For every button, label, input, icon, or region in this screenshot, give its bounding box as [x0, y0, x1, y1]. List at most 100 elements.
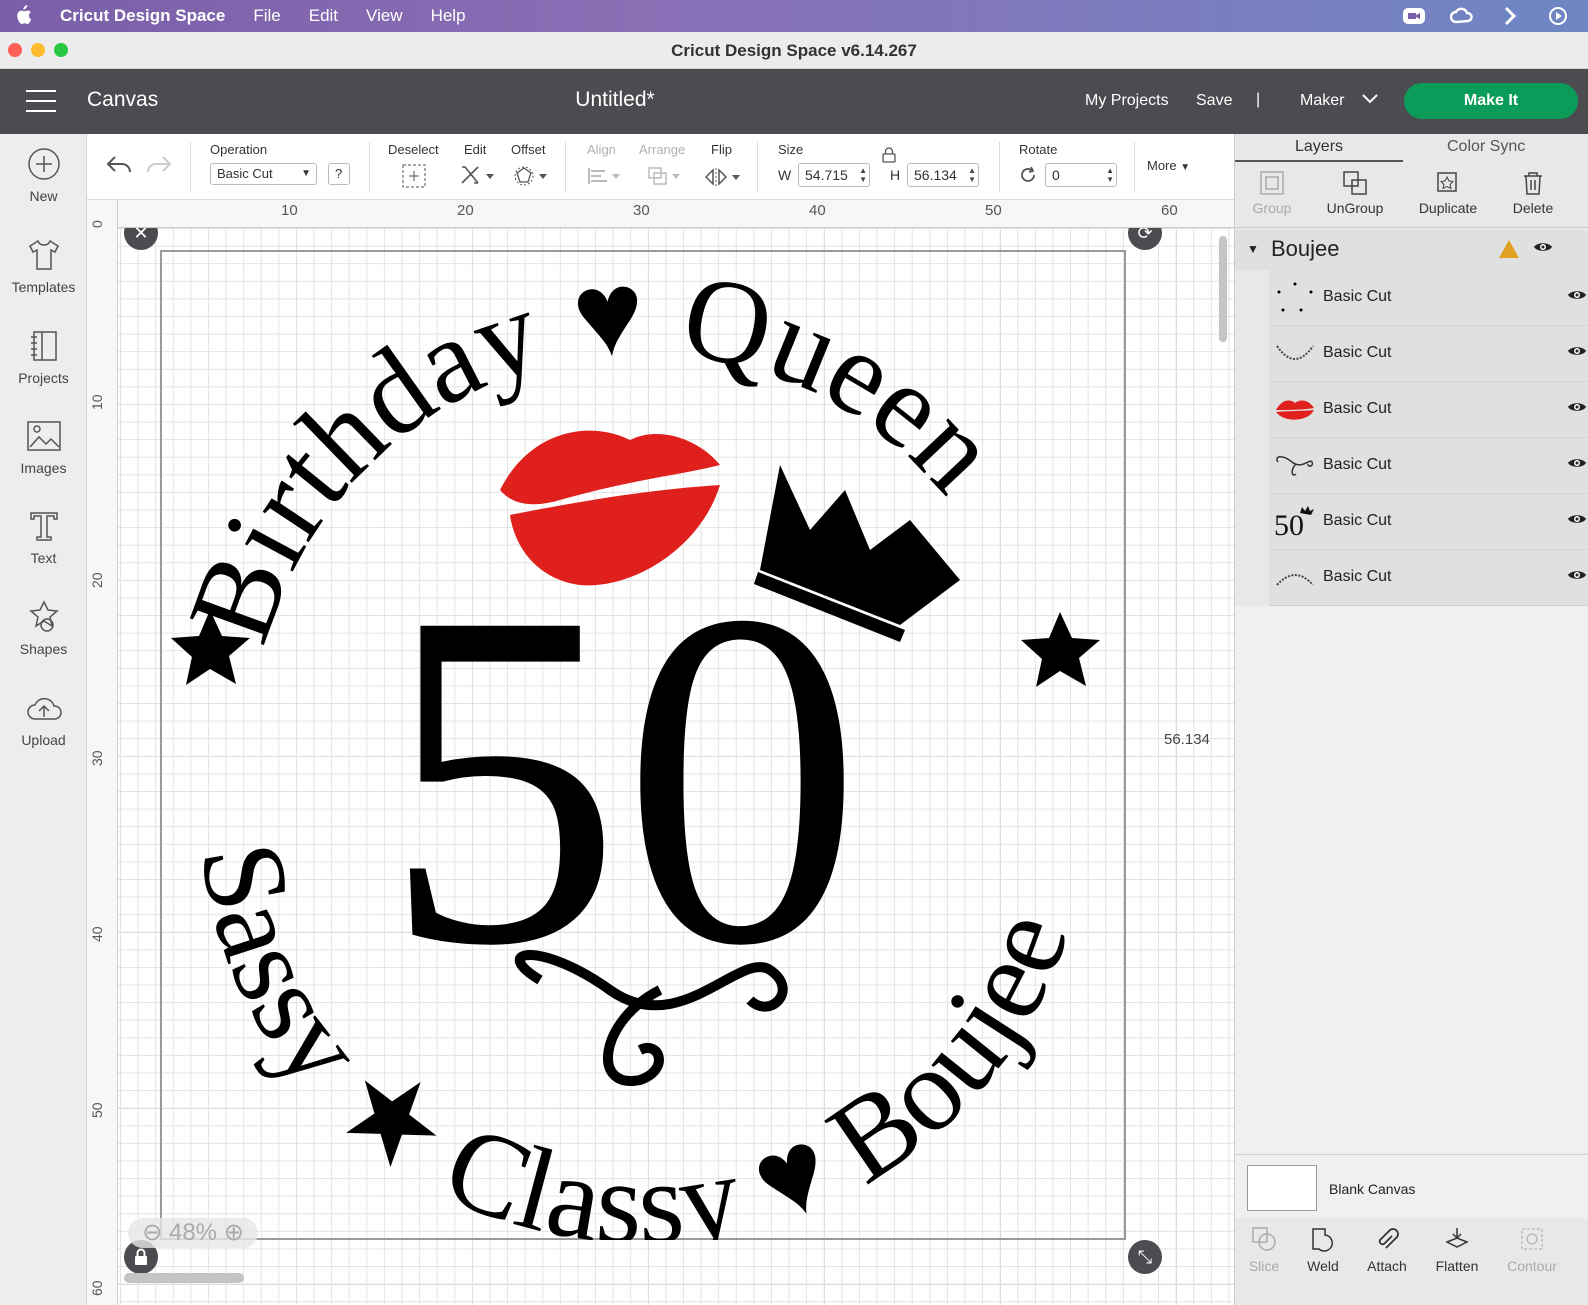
vertical-scrollbar[interactable] — [1219, 236, 1227, 342]
ungroup-button[interactable]: UnGroup — [1315, 170, 1395, 216]
flatten-label: Flatten — [1435, 1258, 1479, 1274]
design-canvas[interactable]: ✕ ⟳ ⤡ 56.134 Birthday ♥ Queen Sassy ★ Cl… — [118, 228, 1234, 1305]
combine-tools: Slice Weld Attach Flatten Contour — [1235, 1220, 1588, 1305]
height-spinner-icon[interactable]: ▲ ▼ — [968, 166, 976, 184]
creative-cloud-icon[interactable] — [1450, 4, 1474, 28]
offset-icon[interactable] — [514, 166, 548, 191]
my-projects-link[interactable]: My Projects — [1085, 92, 1169, 110]
sidebar-item-images[interactable]: Images — [0, 418, 87, 476]
align-button[interactable]: Align — [587, 142, 616, 157]
deselect-icon[interactable] — [402, 164, 426, 193]
layer-row[interactable]: Basic Cut — [1269, 270, 1588, 326]
layer-row[interactable]: Basic Cut — [1269, 550, 1588, 606]
ruler-tick: 30 — [633, 202, 650, 219]
sidebar-item-upload[interactable]: Upload — [0, 690, 87, 748]
app-header: Canvas Untitled* My Projects Save | Make… — [0, 69, 1588, 134]
app-menu-name[interactable]: Cricut Design Space — [60, 6, 225, 26]
ruler-tick: 0 — [89, 220, 105, 228]
eye-icon[interactable] — [1567, 344, 1587, 361]
eye-icon[interactable] — [1567, 400, 1587, 417]
layer-row[interactable]: Basic Cut — [1269, 382, 1588, 438]
menu-edit[interactable]: Edit — [309, 6, 338, 26]
sidebar-item-projects[interactable]: Projects — [0, 328, 87, 386]
warning-icon[interactable] — [1499, 240, 1519, 258]
width-spinner-icon[interactable]: ▲ ▼ — [859, 166, 867, 184]
duplicate-button[interactable]: Duplicate — [1408, 170, 1488, 216]
sidebar-item-templates[interactable]: Templates — [0, 237, 87, 295]
plus-circle-icon — [26, 146, 62, 182]
horizontal-scrollbar[interactable] — [124, 1273, 244, 1283]
flip-button[interactable]: Flip — [711, 142, 732, 157]
minimize-window-button[interactable] — [31, 43, 45, 57]
zoom-out-icon[interactable]: ⊖ — [142, 1219, 162, 1246]
tab-color-sync[interactable]: Color Sync — [1447, 138, 1525, 156]
zoom-control[interactable]: ⊖ 48% ⊕ — [128, 1218, 258, 1248]
group-button[interactable]: Group — [1232, 170, 1312, 216]
lock-aspect-icon[interactable] — [882, 147, 896, 168]
sidebar-item-text[interactable]: Text — [0, 508, 87, 566]
zoom-camera-icon[interactable] — [1402, 4, 1426, 28]
zoom-window-button[interactable] — [54, 43, 68, 57]
eye-icon[interactable] — [1567, 568, 1587, 585]
arrange-button[interactable]: Arrange — [639, 142, 685, 157]
eye-icon[interactable] — [1567, 456, 1587, 473]
save-button[interactable]: Save — [1196, 92, 1232, 110]
make-it-button[interactable]: Make It — [1404, 83, 1578, 119]
sidebar-item-new[interactable]: New — [0, 146, 87, 204]
layer-row[interactable]: Basic Cut — [1269, 326, 1588, 382]
width-input[interactable]: 54.715 ▲ ▼ — [798, 163, 870, 187]
tab-layers[interactable]: Layers — [1295, 138, 1343, 156]
layer-group-header[interactable]: ▼ Boujee — [1235, 230, 1588, 270]
operation-help-button[interactable]: ? — [328, 163, 350, 185]
chevron-right-icon[interactable] — [1498, 4, 1522, 28]
document-title[interactable]: Untitled* — [0, 88, 1230, 112]
resize-handle-icon[interactable]: ⤡ — [1128, 1240, 1162, 1274]
group-label: Group — [1252, 200, 1292, 216]
zoom-in-icon[interactable]: ⊕ — [224, 1219, 244, 1246]
slice-label: Slice — [1248, 1258, 1280, 1274]
attach-button[interactable]: Attach — [1352, 1226, 1422, 1274]
machine-select[interactable]: Maker — [1300, 92, 1344, 110]
edit-menu-button[interactable]: Edit — [464, 142, 486, 157]
operation-select[interactable]: Basic Cut ▼ — [210, 163, 317, 185]
close-window-button[interactable] — [8, 43, 22, 57]
redo-icon[interactable] — [145, 154, 173, 181]
undo-icon[interactable] — [105, 154, 133, 181]
offset-button[interactable]: Offset — [511, 142, 545, 157]
play-circle-icon[interactable] — [1546, 4, 1570, 28]
rotate-input[interactable]: 0 ▲ ▼ — [1045, 163, 1117, 187]
layer-row[interactable]: 50 Basic Cut — [1269, 494, 1588, 550]
rotate-handle-icon[interactable]: ⟳ — [1128, 228, 1162, 250]
menu-view[interactable]: View — [366, 6, 403, 26]
menu-help[interactable]: Help — [431, 6, 466, 26]
collapse-caret-icon[interactable]: ▼ — [1247, 242, 1259, 256]
menu-file[interactable]: File — [253, 6, 280, 26]
more-button[interactable]: More ▼ — [1147, 158, 1190, 173]
weld-button[interactable]: Weld — [1288, 1226, 1358, 1274]
arrange-icon[interactable] — [647, 166, 681, 191]
design-artwork[interactable]: Birthday ♥ Queen Sassy ★ Classy ♥ Boujee… — [160, 250, 1126, 1240]
vertical-ruler: 0 10 20 30 40 50 60 — [87, 200, 118, 1305]
flatten-button[interactable]: Flatten — [1422, 1226, 1492, 1274]
text-icon — [26, 508, 62, 544]
contour-button[interactable]: Contour — [1497, 1226, 1567, 1274]
flip-icon[interactable] — [704, 166, 743, 193]
mac-menu-bar: Cricut Design Space File Edit View Help — [0, 0, 1588, 32]
ruler-tick: 50 — [985, 202, 1002, 219]
rotate-spinner-icon[interactable]: ▲ ▼ — [1106, 166, 1114, 184]
delete-button[interactable]: Delete — [1493, 170, 1573, 216]
eye-icon[interactable] — [1567, 512, 1587, 529]
blank-canvas-row[interactable]: Blank Canvas — [1235, 1154, 1588, 1218]
deselect-button[interactable]: Deselect — [388, 142, 439, 157]
eye-icon[interactable] — [1533, 240, 1553, 257]
canvas-swatch[interactable] — [1247, 1165, 1317, 1211]
apple-icon[interactable] — [14, 5, 36, 27]
edit-tools-icon[interactable] — [459, 164, 495, 191]
eye-icon[interactable] — [1567, 288, 1587, 305]
align-icon[interactable] — [587, 166, 621, 191]
height-input[interactable]: 56.134 ▲ ▼ — [907, 163, 979, 187]
sidebar-item-shapes[interactable]: Shapes — [0, 599, 87, 657]
delete-handle-icon[interactable]: ✕ — [124, 228, 158, 250]
chevron-down-icon[interactable] — [1362, 91, 1378, 107]
layer-row[interactable]: Basic Cut — [1269, 438, 1588, 494]
